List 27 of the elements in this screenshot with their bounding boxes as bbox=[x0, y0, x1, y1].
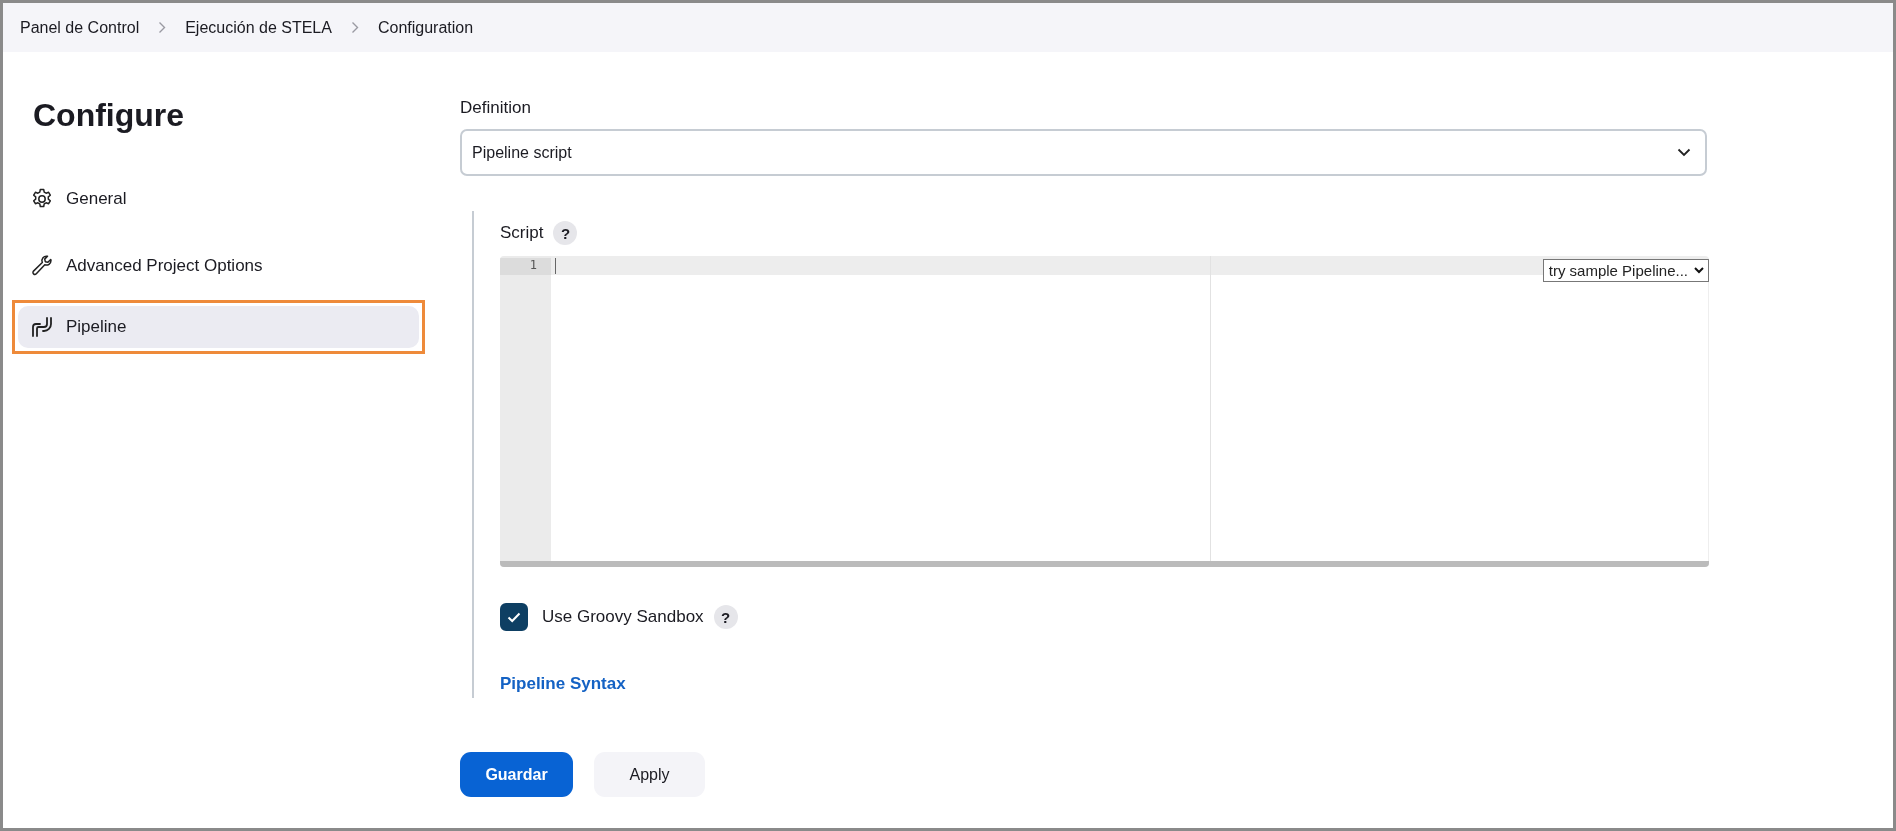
chevron-right-icon bbox=[158, 21, 167, 34]
page-title: Configure bbox=[33, 97, 186, 134]
apply-button[interactable]: Apply bbox=[594, 752, 705, 797]
help-button[interactable]: ? bbox=[553, 221, 578, 245]
pipeline-icon bbox=[30, 315, 54, 339]
sample-select[interactable]: try sample Pipeline... bbox=[1542, 259, 1709, 282]
chevron-down-icon bbox=[1677, 148, 1691, 157]
breadcrumb-link[interactable]: Configuration bbox=[377, 18, 474, 37]
checkbox[interactable] bbox=[500, 603, 528, 631]
checkbox-label: Use Groovy Sandbox bbox=[542, 607, 704, 627]
line-number: 1 bbox=[500, 258, 551, 275]
definition-label: Definition bbox=[460, 98, 532, 118]
definition-select[interactable]: Pipeline script bbox=[460, 129, 1707, 176]
code-editor[interactable]: 1 try sample Pipeline... bbox=[500, 256, 1709, 567]
wrench-icon bbox=[30, 254, 54, 278]
breadcrumb-link[interactable]: Ejecución de STELA bbox=[185, 18, 332, 37]
pipeline-syntax-link[interactable]: Pipeline Syntax bbox=[500, 674, 626, 694]
sidebar-item[interactable]: General bbox=[18, 178, 419, 220]
checkmark-icon bbox=[507, 611, 521, 623]
breadcrumb-link[interactable]: Panel de Control bbox=[20, 18, 140, 37]
script-label: Script bbox=[500, 223, 544, 243]
sidebar-item[interactable]: Advanced Project Options bbox=[18, 245, 419, 287]
help-button[interactable]: ? bbox=[713, 605, 738, 629]
save-button[interactable]: Guardar bbox=[460, 752, 573, 797]
sidebar-item[interactable]: Pipeline bbox=[18, 306, 419, 348]
chevron-down-icon bbox=[1694, 267, 1704, 274]
chevron-right-icon bbox=[350, 21, 359, 34]
